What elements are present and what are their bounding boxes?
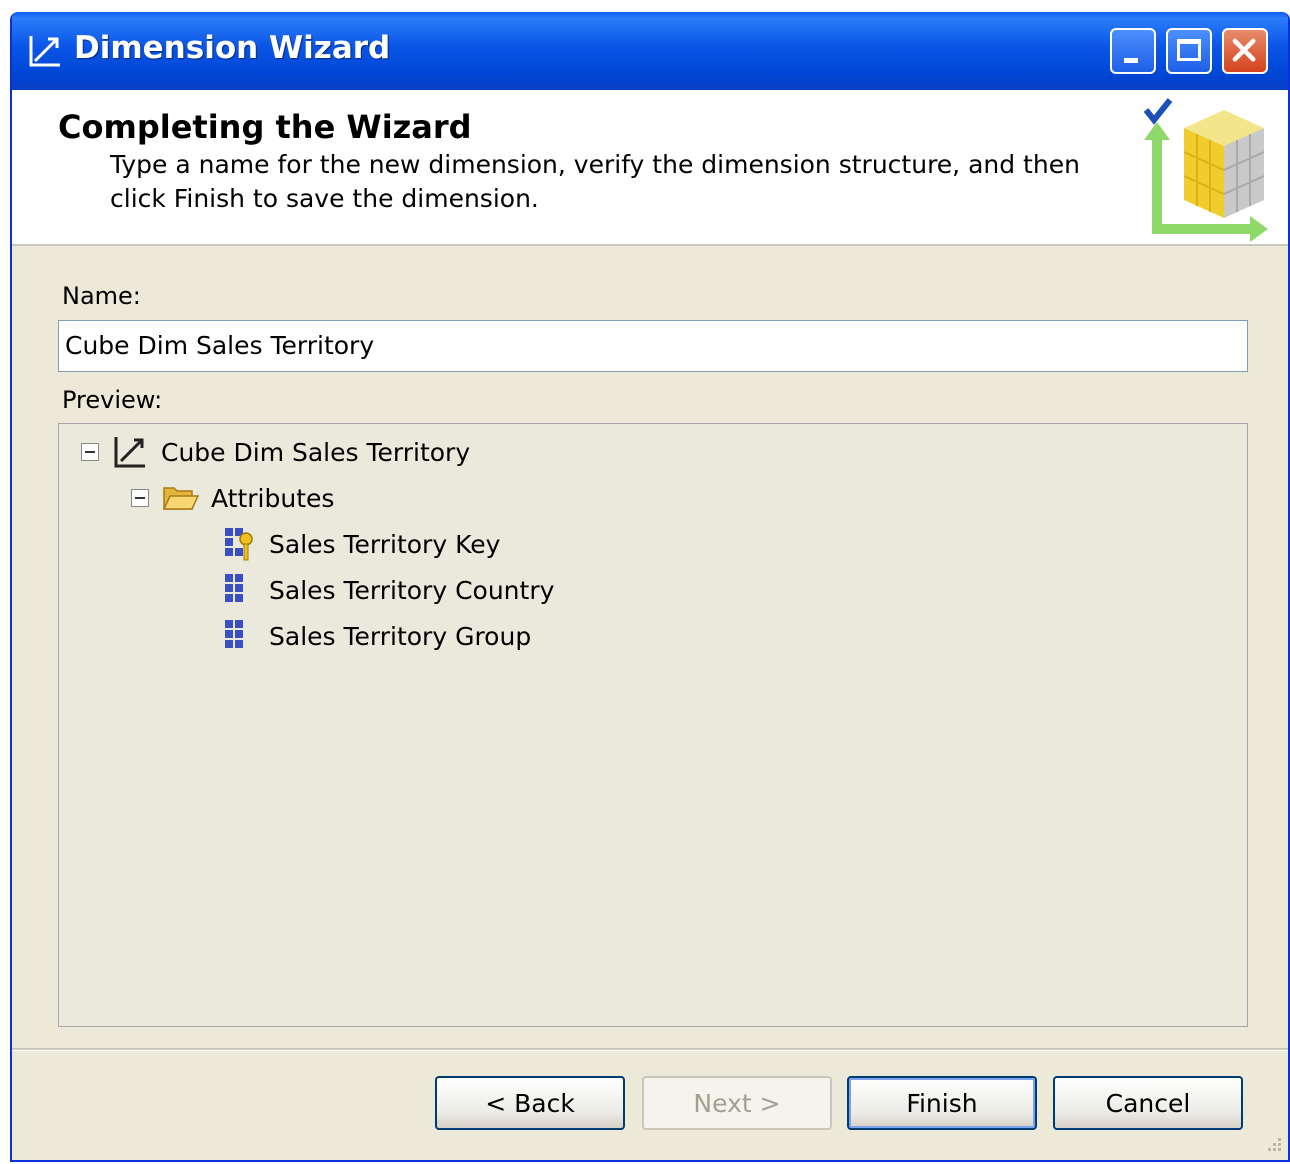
- tree-node-attributes[interactable]: Attributes: [131, 478, 334, 518]
- tree-leaf[interactable]: Sales Territory Country: [219, 570, 554, 610]
- finish-button[interactable]: Finish: [847, 1076, 1037, 1130]
- maximize-button[interactable]: [1166, 28, 1212, 74]
- dimension-icon: [114, 437, 145, 468]
- title-bar[interactable]: Dimension Wizard: [12, 12, 1288, 90]
- folder-open-icon: [162, 487, 199, 510]
- tree-leaf[interactable]: Sales Territory Group: [219, 616, 531, 656]
- cancel-button[interactable]: Cancel: [1053, 1076, 1243, 1130]
- name-label: Name:: [62, 282, 141, 310]
- minimize-button[interactable]: [1110, 28, 1156, 74]
- tree-leaf[interactable]: Sales Territory Key: [219, 524, 500, 564]
- tree-node-label: Attributes: [211, 483, 335, 513]
- wizard-header: Completing the Wizard Type a name for th…: [12, 90, 1288, 246]
- tree-node-root[interactable]: Cube Dim Sales Territory: [81, 432, 470, 472]
- collapse-icon[interactable]: [131, 489, 149, 507]
- tree-leaf-label: Sales Territory Key: [269, 529, 501, 559]
- dimension-wizard-window: Dimension Wizard Completing the Wizard T…: [10, 12, 1290, 1162]
- key-attribute-icon: [225, 528, 253, 561]
- page-description: Type a name for the new dimension, verif…: [110, 150, 1080, 213]
- footer-divider: [12, 1048, 1288, 1051]
- page-title: Completing the Wizard: [58, 108, 472, 146]
- window-title: Dimension Wizard: [74, 30, 391, 66]
- tree-node-label: Cube Dim Sales Territory: [161, 437, 471, 467]
- name-input[interactable]: Cube Dim Sales Territory: [58, 320, 1248, 372]
- close-icon: [1232, 38, 1256, 62]
- close-button[interactable]: [1222, 28, 1268, 74]
- attribute-icon: [225, 574, 243, 602]
- preview-label: Preview:: [62, 386, 163, 414]
- next-button[interactable]: Next >: [642, 1076, 832, 1130]
- resize-grip-icon[interactable]: [1264, 1136, 1282, 1154]
- collapse-icon[interactable]: [81, 443, 99, 461]
- tree-leaf-label: Sales Territory Group: [269, 621, 532, 651]
- tree-leaf-label: Sales Territory Country: [269, 575, 555, 605]
- attribute-icon: [225, 620, 243, 648]
- wizard-cube-icon: [1143, 98, 1268, 242]
- minimize-icon: [1124, 58, 1138, 63]
- back-button[interactable]: < Back: [435, 1076, 625, 1130]
- dimension-icon: [29, 36, 60, 67]
- maximize-icon: [1177, 39, 1201, 61]
- preview-tree[interactable]: Cube Dim Sales Territory Attributes Sale…: [58, 423, 1248, 1027]
